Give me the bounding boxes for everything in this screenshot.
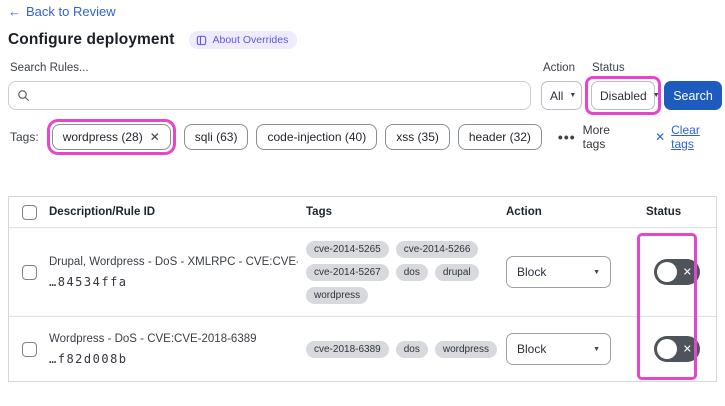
table-header-row: Description/Rule ID Tags Action Status xyxy=(9,197,716,228)
table-row: Drupal, Wordpress - DoS - XMLRPC - CVE:C… xyxy=(9,228,716,317)
row-action-value: Block xyxy=(517,265,547,279)
rule-description: Wordpress - DoS - CVE:CVE-2018-6389 xyxy=(49,332,257,345)
row-action-select[interactable]: Block ▼ xyxy=(506,333,611,365)
search-rules-input[interactable] xyxy=(36,88,522,103)
status-highlight-annotation: Disabled ▼ xyxy=(585,76,661,115)
clear-tags-x-icon: ✕ xyxy=(655,130,666,144)
tag-pill: dos xyxy=(395,263,428,281)
about-overrides-label: About Overrides xyxy=(212,34,289,46)
more-tags-button[interactable]: ••• More tags xyxy=(558,123,635,151)
action-select-value: All xyxy=(550,88,564,103)
title-row: Configure deployment About Overrides xyxy=(8,31,298,49)
tag-chip-wordpress[interactable]: wordpress (28) ✕ xyxy=(51,124,171,150)
rule-tags: cve-2018-6389 dos wordpress xyxy=(306,340,506,358)
tag-pill: wordpress xyxy=(434,340,497,358)
configure-deployment-page: ← Back to Review Configure deployment Ab… xyxy=(0,0,725,406)
tag-chip-xss[interactable]: xss (35) xyxy=(385,124,450,150)
about-overrides-badge[interactable]: About Overrides xyxy=(189,31,298,49)
tag-pill: cve-2014-5267 xyxy=(306,263,389,281)
chevron-down-icon: ▼ xyxy=(593,268,600,276)
row-action-select[interactable]: Block ▼ xyxy=(506,256,611,288)
page-title: Configure deployment xyxy=(8,31,175,48)
status-label: Status xyxy=(592,62,625,74)
tag-pill: wordpress xyxy=(306,286,369,304)
action-label: Action xyxy=(543,62,575,74)
rules-table: Description/Rule ID Tags Action Status D… xyxy=(8,196,717,382)
search-rules-box xyxy=(8,81,531,110)
chevron-down-icon: ▼ xyxy=(593,345,600,353)
status-select-value: Disabled xyxy=(600,88,647,103)
tag-chip-sqli[interactable]: sqli (63) xyxy=(183,124,249,150)
tag-pill: drupal xyxy=(434,263,479,281)
rule-description: Drupal, Wordpress - DoS - XMLRPC - CVE:C… xyxy=(49,255,298,268)
tag-chip-code-injection[interactable]: code-injection (40) xyxy=(256,124,378,150)
tag-pill: cve-2014-5265 xyxy=(306,240,389,258)
search-icon xyxy=(18,90,29,101)
back-link-label: Back to Review xyxy=(26,4,116,19)
status-column-highlight-annotation xyxy=(637,233,697,380)
more-tags-label: More tags xyxy=(582,123,610,151)
rule-id: …f82d008b xyxy=(49,351,128,366)
tags-label: Tags: xyxy=(10,130,39,144)
back-to-review-link[interactable]: ← Back to Review xyxy=(8,4,116,19)
row-action-value: Block xyxy=(517,342,547,356)
col-status: Status xyxy=(646,206,682,218)
row-checkbox[interactable] xyxy=(21,264,37,280)
row-checkbox[interactable] xyxy=(21,341,37,357)
rule-id: …84534ffa xyxy=(49,274,128,289)
clear-tags-button[interactable]: ✕ Clear tags xyxy=(655,123,725,151)
action-select[interactable]: All ▼ xyxy=(541,81,582,110)
rule-tags: cve-2014-5265 cve-2014-5266 cve-2014-526… xyxy=(306,240,506,304)
status-select[interactable]: Disabled ▼ xyxy=(591,81,660,110)
search-button[interactable]: Search xyxy=(664,81,722,110)
back-arrow-icon: ← xyxy=(8,4,21,19)
chevron-down-icon: ▼ xyxy=(652,92,660,99)
clear-tags-label: Clear tags xyxy=(671,123,700,151)
col-action: Action xyxy=(506,206,542,218)
tag-chip-header[interactable]: header (32) xyxy=(457,124,542,150)
select-all-checkbox[interactable] xyxy=(21,204,37,220)
search-rules-label: Search Rules... xyxy=(10,62,89,74)
col-description-rule-id: Description/Rule ID xyxy=(49,206,156,218)
tag-pill: dos xyxy=(395,340,428,358)
remove-tag-icon[interactable]: ✕ xyxy=(150,130,160,144)
ellipsis-icon: ••• xyxy=(557,129,576,145)
tag-pill: cve-2018-6389 xyxy=(306,340,389,358)
tag-chip-wordpress-label: wordpress (28) xyxy=(62,130,143,144)
selected-tag-highlight-annotation: wordpress (28) ✕ xyxy=(46,119,176,155)
tags-bar: Tags: wordpress (28) ✕ sqli (63) code-in… xyxy=(10,119,725,155)
col-tags: Tags xyxy=(306,206,332,218)
table-row: Wordpress - DoS - CVE:CVE-2018-6389 …f82… xyxy=(9,317,716,381)
tag-pill: cve-2014-5266 xyxy=(395,240,479,258)
book-icon xyxy=(197,35,207,45)
chevron-down-icon: ▼ xyxy=(569,92,577,99)
